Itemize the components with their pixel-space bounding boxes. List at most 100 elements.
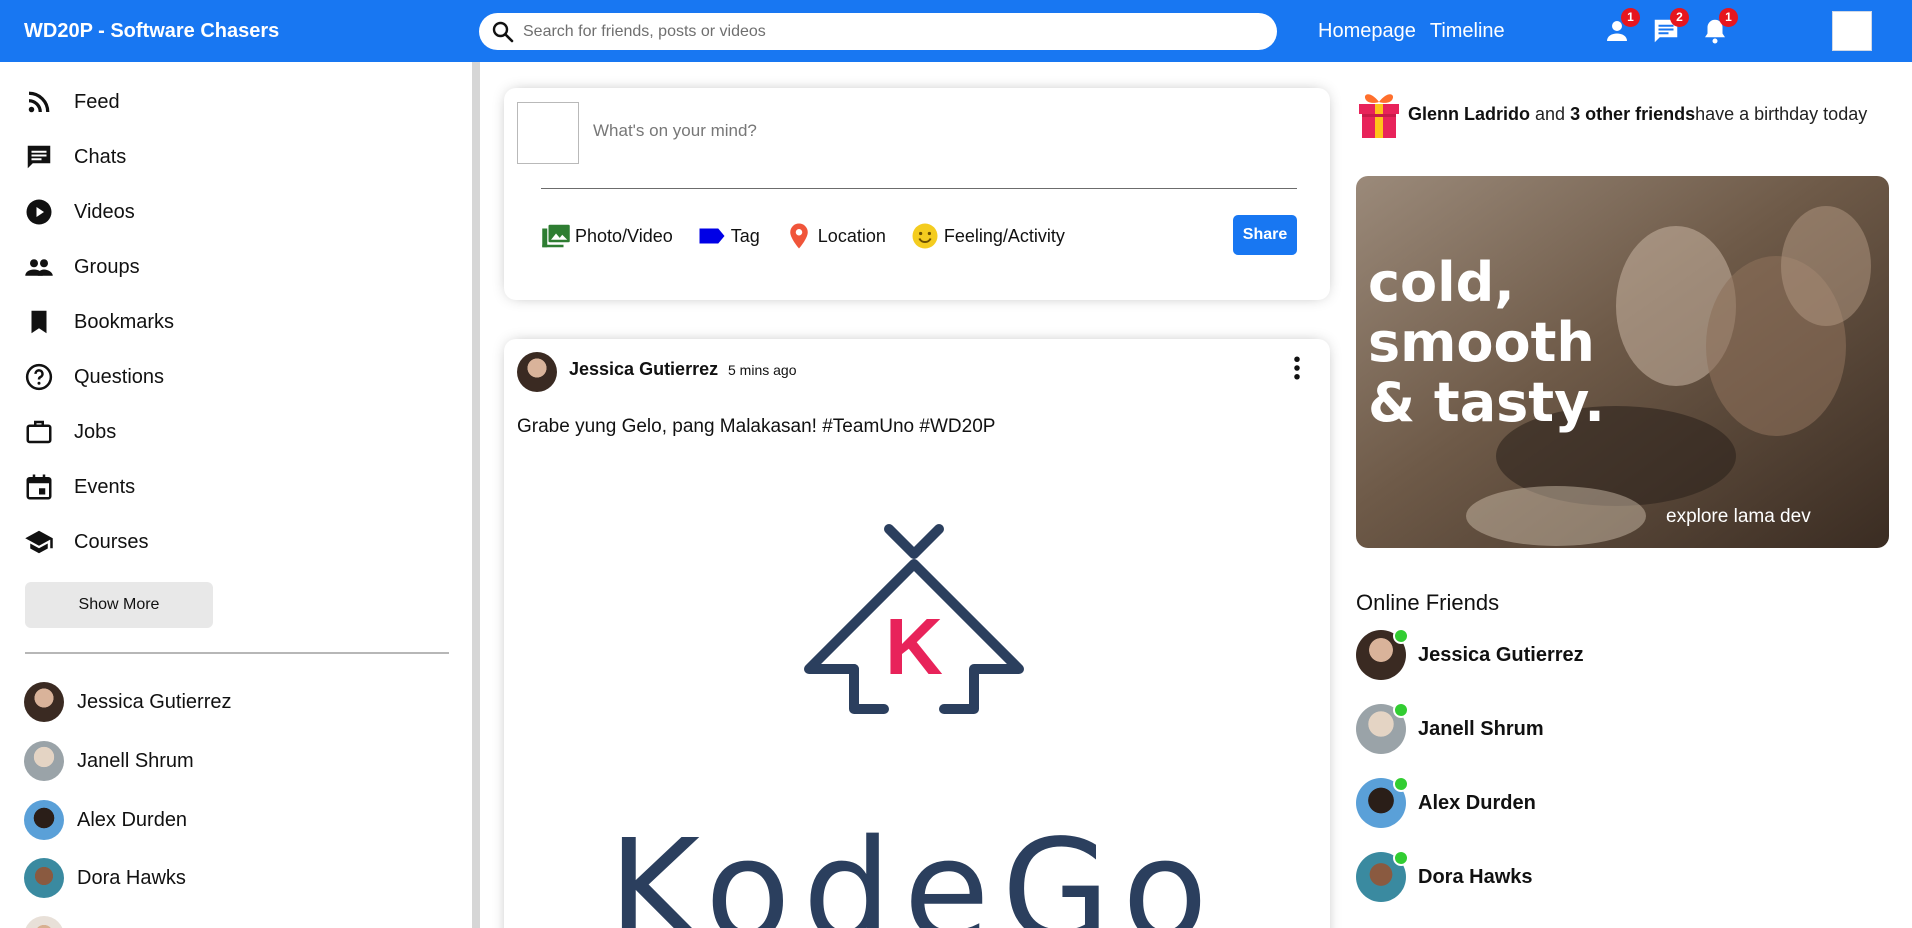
ad-line-3: & tasty. — [1368, 371, 1605, 434]
avatar — [24, 916, 64, 928]
online-indicator — [1393, 850, 1409, 866]
share-option-tag[interactable]: Tag — [697, 221, 760, 251]
sidebar-scrollbar[interactable] — [472, 62, 480, 928]
online-friend[interactable]: Dora Hawks — [1356, 850, 1533, 902]
work-outline-icon — [26, 420, 52, 444]
share-button[interactable]: Share — [1233, 215, 1297, 255]
birthday-text: Glenn Ladrido and 3 other friendshave a … — [1408, 104, 1867, 125]
show-more-button[interactable]: Show More — [25, 582, 213, 628]
perm-media-icon — [542, 224, 570, 248]
timeline-link[interactable]: Timeline — [1430, 20, 1505, 43]
avatar[interactable] — [517, 352, 557, 392]
post-username[interactable]: Jessica Gutierrez — [569, 359, 718, 380]
birthday-others[interactable]: 3 other friends — [1570, 104, 1695, 124]
sidebar-item-bookmarks[interactable]: Bookmarks — [24, 304, 174, 340]
homepage-link[interactable]: Homepage — [1318, 20, 1416, 43]
sidebar-friend[interactable]: Janell Shrum — [24, 740, 194, 782]
sidebar-item-label: Bookmarks — [74, 310, 175, 333]
sidebar-divider — [25, 652, 449, 654]
online-indicator — [1393, 776, 1409, 792]
friend-name: Dora Hawks — [77, 866, 186, 889]
chat-icon — [27, 145, 51, 169]
messages-button[interactable]: 2 — [1651, 8, 1689, 46]
friend-name: Janell Shrum — [1418, 717, 1544, 740]
sidebar-item-videos[interactable]: Videos — [24, 194, 135, 230]
avatar — [24, 800, 64, 840]
share-divider — [541, 188, 1297, 189]
birthday-friend[interactable]: Glenn Ladrido — [1408, 104, 1530, 124]
online-friend[interactable]: Jessica Gutierrez — [1356, 628, 1584, 680]
avatar — [24, 858, 64, 898]
share-option-location[interactable]: Location — [784, 221, 886, 251]
post-text: Grabe yung Gelo, pang Malakasan! #TeamUn… — [517, 416, 996, 437]
sidebar-item-label: Feed — [74, 90, 120, 113]
kodego-monogram: K — [885, 602, 943, 691]
more-vert-icon[interactable] — [1282, 353, 1312, 383]
friend-name: Janell Shrum — [77, 749, 194, 772]
share-option-label: Photo/Video — [575, 225, 673, 246]
online-friends-title: Online Friends — [1356, 590, 1500, 615]
sidebar-item-jobs[interactable]: Jobs — [24, 414, 116, 450]
sidebar: Feed Chats Videos Groups Bookmarks Quest… — [0, 62, 472, 928]
profile-avatar[interactable] — [1832, 11, 1872, 51]
sidebar-item-courses[interactable]: Courses — [24, 524, 148, 560]
friend-requests-badge: 1 — [1621, 8, 1640, 27]
avatar — [24, 682, 64, 722]
label-icon — [699, 228, 725, 244]
bookmark-icon — [31, 310, 47, 334]
post-card: Jessica Gutierrez 5 mins ago Grabe yung … — [504, 339, 1330, 928]
avatar — [1356, 850, 1409, 902]
app-logo[interactable]: WD20P - Software Chasers — [24, 0, 279, 62]
search-icon — [492, 21, 514, 43]
friend-name: Jessica Gutierrez — [1418, 643, 1584, 666]
search-bar[interactable] — [479, 13, 1277, 50]
sidebar-item-chats[interactable]: Chats — [24, 139, 126, 175]
share-card: Photo/Video Tag Location Feeling/Activit… — [504, 88, 1330, 300]
search-input[interactable] — [523, 13, 1263, 50]
gift-icon — [1359, 94, 1399, 138]
sidebar-item-label: Events — [74, 475, 136, 498]
avatar — [1356, 776, 1409, 828]
kodego-wordmark: KodeGo — [608, 810, 1220, 928]
friend-name: Jessica Gutierrez — [77, 690, 232, 713]
emoji-emotions-icon — [912, 223, 938, 249]
avatar — [1356, 702, 1409, 754]
sidebar-friend[interactable]: Jessica Gutierrez — [24, 681, 232, 723]
sidebar-item-groups[interactable]: Groups — [24, 249, 140, 285]
room-icon — [790, 223, 808, 249]
online-friend[interactable]: Janell Shrum — [1356, 702, 1544, 754]
friend-name: Alex Durden — [1418, 791, 1536, 814]
school-icon — [25, 530, 53, 554]
rss-feed-icon — [28, 91, 50, 113]
post-image[interactable]: K KodeGo — [564, 519, 1264, 928]
online-indicator — [1393, 628, 1409, 644]
sidebar-friend[interactable]: Alex Durden — [24, 799, 187, 841]
share-option-photo[interactable]: Photo/Video — [541, 221, 673, 251]
sidebar-friend[interactable] — [24, 915, 77, 928]
sidebar-item-events[interactable]: Events — [24, 469, 135, 505]
sidebar-item-questions[interactable]: Questions — [24, 359, 164, 395]
event-icon — [26, 474, 52, 500]
friend-requests-button[interactable]: 1 — [1602, 8, 1640, 46]
notifications-button[interactable]: 1 — [1700, 8, 1738, 46]
sidebar-friend[interactable]: Dora Hawks — [24, 857, 186, 899]
share-option-feeling[interactable]: Feeling/Activity — [910, 221, 1065, 251]
birthday-notice: Glenn Ladrido and 3 other friendshave a … — [1356, 88, 1896, 140]
online-friend[interactable]: Alex Durden — [1356, 776, 1536, 828]
messages-badge: 2 — [1670, 8, 1689, 27]
birthday-suffix: have a birthday today — [1695, 103, 1868, 124]
sidebar-item-label: Questions — [74, 365, 165, 388]
share-option-label: Feeling/Activity — [943, 225, 1065, 246]
avatar[interactable] — [517, 102, 579, 164]
sidebar-item-label: Courses — [74, 530, 149, 553]
post-date: 5 mins ago — [728, 362, 797, 378]
ad-line-2: smooth — [1368, 311, 1595, 374]
sidebar-item-feed[interactable]: Feed — [24, 84, 120, 120]
share-input[interactable] — [593, 116, 1193, 146]
friend-name: Alex Durden — [77, 808, 188, 831]
group-icon — [25, 259, 53, 276]
play-circle-icon — [26, 199, 52, 225]
ad-line-1: cold, — [1368, 251, 1515, 314]
sidebar-item-label: Jobs — [74, 420, 117, 443]
ad-banner[interactable]: cold, smooth & tasty. explore lama dev — [1356, 176, 1889, 548]
